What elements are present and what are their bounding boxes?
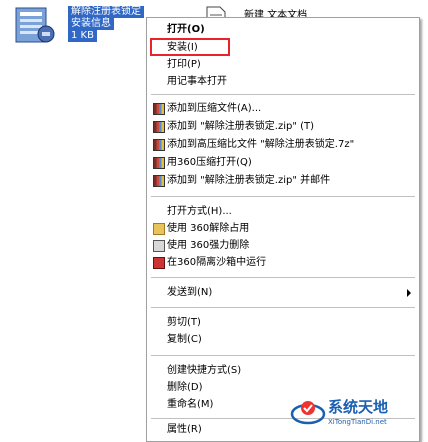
menu-item-label: 复制(C) <box>167 334 202 345</box>
menu-item-360-shred[interactable]: 使用 360强力删除 <box>147 238 419 254</box>
menu-item-label: 打开(O) <box>167 24 205 35</box>
menu-item-label: 使用 360解除占用 <box>167 223 250 234</box>
menu-separator <box>151 307 415 308</box>
menu-item-cut[interactable]: 剪切(T) <box>147 315 419 331</box>
menu-item-label: 使用 360强力删除 <box>167 240 250 251</box>
menu-item-label: 打印(P) <box>167 59 201 70</box>
menu-item-add-7z[interactable]: 添加到高压缩比文件 "解除注册表锁定.7z" <box>147 137 419 153</box>
menu-item-label: 创建快捷方式(S) <box>167 365 242 376</box>
registry-file-icon <box>15 7 55 43</box>
watermark: 系统天地 XiTongTianDi.net <box>290 394 420 432</box>
zip-icon <box>153 157 165 169</box>
menu-item-zip-email[interactable]: 添加到 "解除注册表锁定.zip" 并邮件 <box>147 173 419 189</box>
menu-item-add-zip[interactable]: 添加到 "解除注册表锁定.zip" (T) <box>147 119 419 135</box>
menu-item-copy[interactable]: 复制(C) <box>147 332 419 348</box>
shred-icon <box>153 240 165 252</box>
watermark-title: 系统天地 <box>328 398 389 416</box>
menu-item-label: 剪切(T) <box>167 317 201 328</box>
zip-icon <box>153 103 165 115</box>
folder-icon <box>153 223 165 235</box>
reg-file-type: 安装信息 <box>68 18 114 30</box>
menu-item-open[interactable]: 打开(O) <box>147 22 419 38</box>
menu-item-print[interactable]: 打印(P) <box>147 57 419 73</box>
menu-item-create-shortcut[interactable]: 创建快捷方式(S) <box>147 363 419 379</box>
menu-item-label: 添加到 "解除注册表锁定.zip" 并邮件 <box>167 175 331 186</box>
menu-item-send-to[interactable]: 发送到(N) <box>147 285 419 301</box>
menu-item-label: 添加到高压缩比文件 "解除注册表锁定.7z" <box>167 139 355 150</box>
menu-item-label: 重命名(M) <box>167 399 214 410</box>
menu-item-open-with[interactable]: 打开方式(H)... <box>147 204 419 220</box>
highlight-box <box>150 38 230 56</box>
menu-item-label: 添加到压缩文件(A)... <box>167 103 262 114</box>
submenu-arrow-icon <box>407 289 411 297</box>
watermark-url: XiTongTianDi.net <box>328 418 387 426</box>
menu-separator <box>151 277 415 278</box>
zip-icon <box>153 175 165 187</box>
menu-item-label: 删除(D) <box>167 382 203 393</box>
menu-item-label: 用记事本打开 <box>167 76 227 87</box>
menu-item-label: 属性(R) <box>167 424 202 435</box>
menu-item-open-360zip[interactable]: 用360压缩打开(Q) <box>147 155 419 171</box>
menu-item-open-notepad[interactable]: 用记事本打开 <box>147 74 419 90</box>
menu-item-label: 用360压缩打开(Q) <box>167 157 252 168</box>
menu-item-label: 添加到 "解除注册表锁定.zip" (T) <box>167 121 315 132</box>
reg-file-name[interactable]: 解除注册表锁定 <box>68 6 144 18</box>
menu-item-label: 在360隔离沙箱中运行 <box>167 257 267 268</box>
sandbox-icon <box>153 257 165 269</box>
menu-separator <box>151 94 415 95</box>
menu-item-label: 打开方式(H)... <box>167 206 232 217</box>
menu-separator <box>151 355 415 356</box>
menu-item-add-archive[interactable]: 添加到压缩文件(A)... <box>147 101 419 117</box>
context-menu: 打开(O) 安装(I) 打印(P) 用记事本打开 添加到压缩文件(A)... 添… <box>146 17 420 442</box>
reg-file-size: 1 KB <box>68 30 97 42</box>
menu-item-label: 发送到(N) <box>167 287 213 298</box>
zip-icon <box>153 139 165 151</box>
watermark-logo-icon <box>290 401 326 425</box>
zip-icon <box>153 121 165 133</box>
menu-item-360-unlock[interactable]: 使用 360解除占用 <box>147 221 419 237</box>
menu-item-360-sandbox[interactable]: 在360隔离沙箱中运行 <box>147 255 419 271</box>
menu-separator <box>151 196 415 197</box>
